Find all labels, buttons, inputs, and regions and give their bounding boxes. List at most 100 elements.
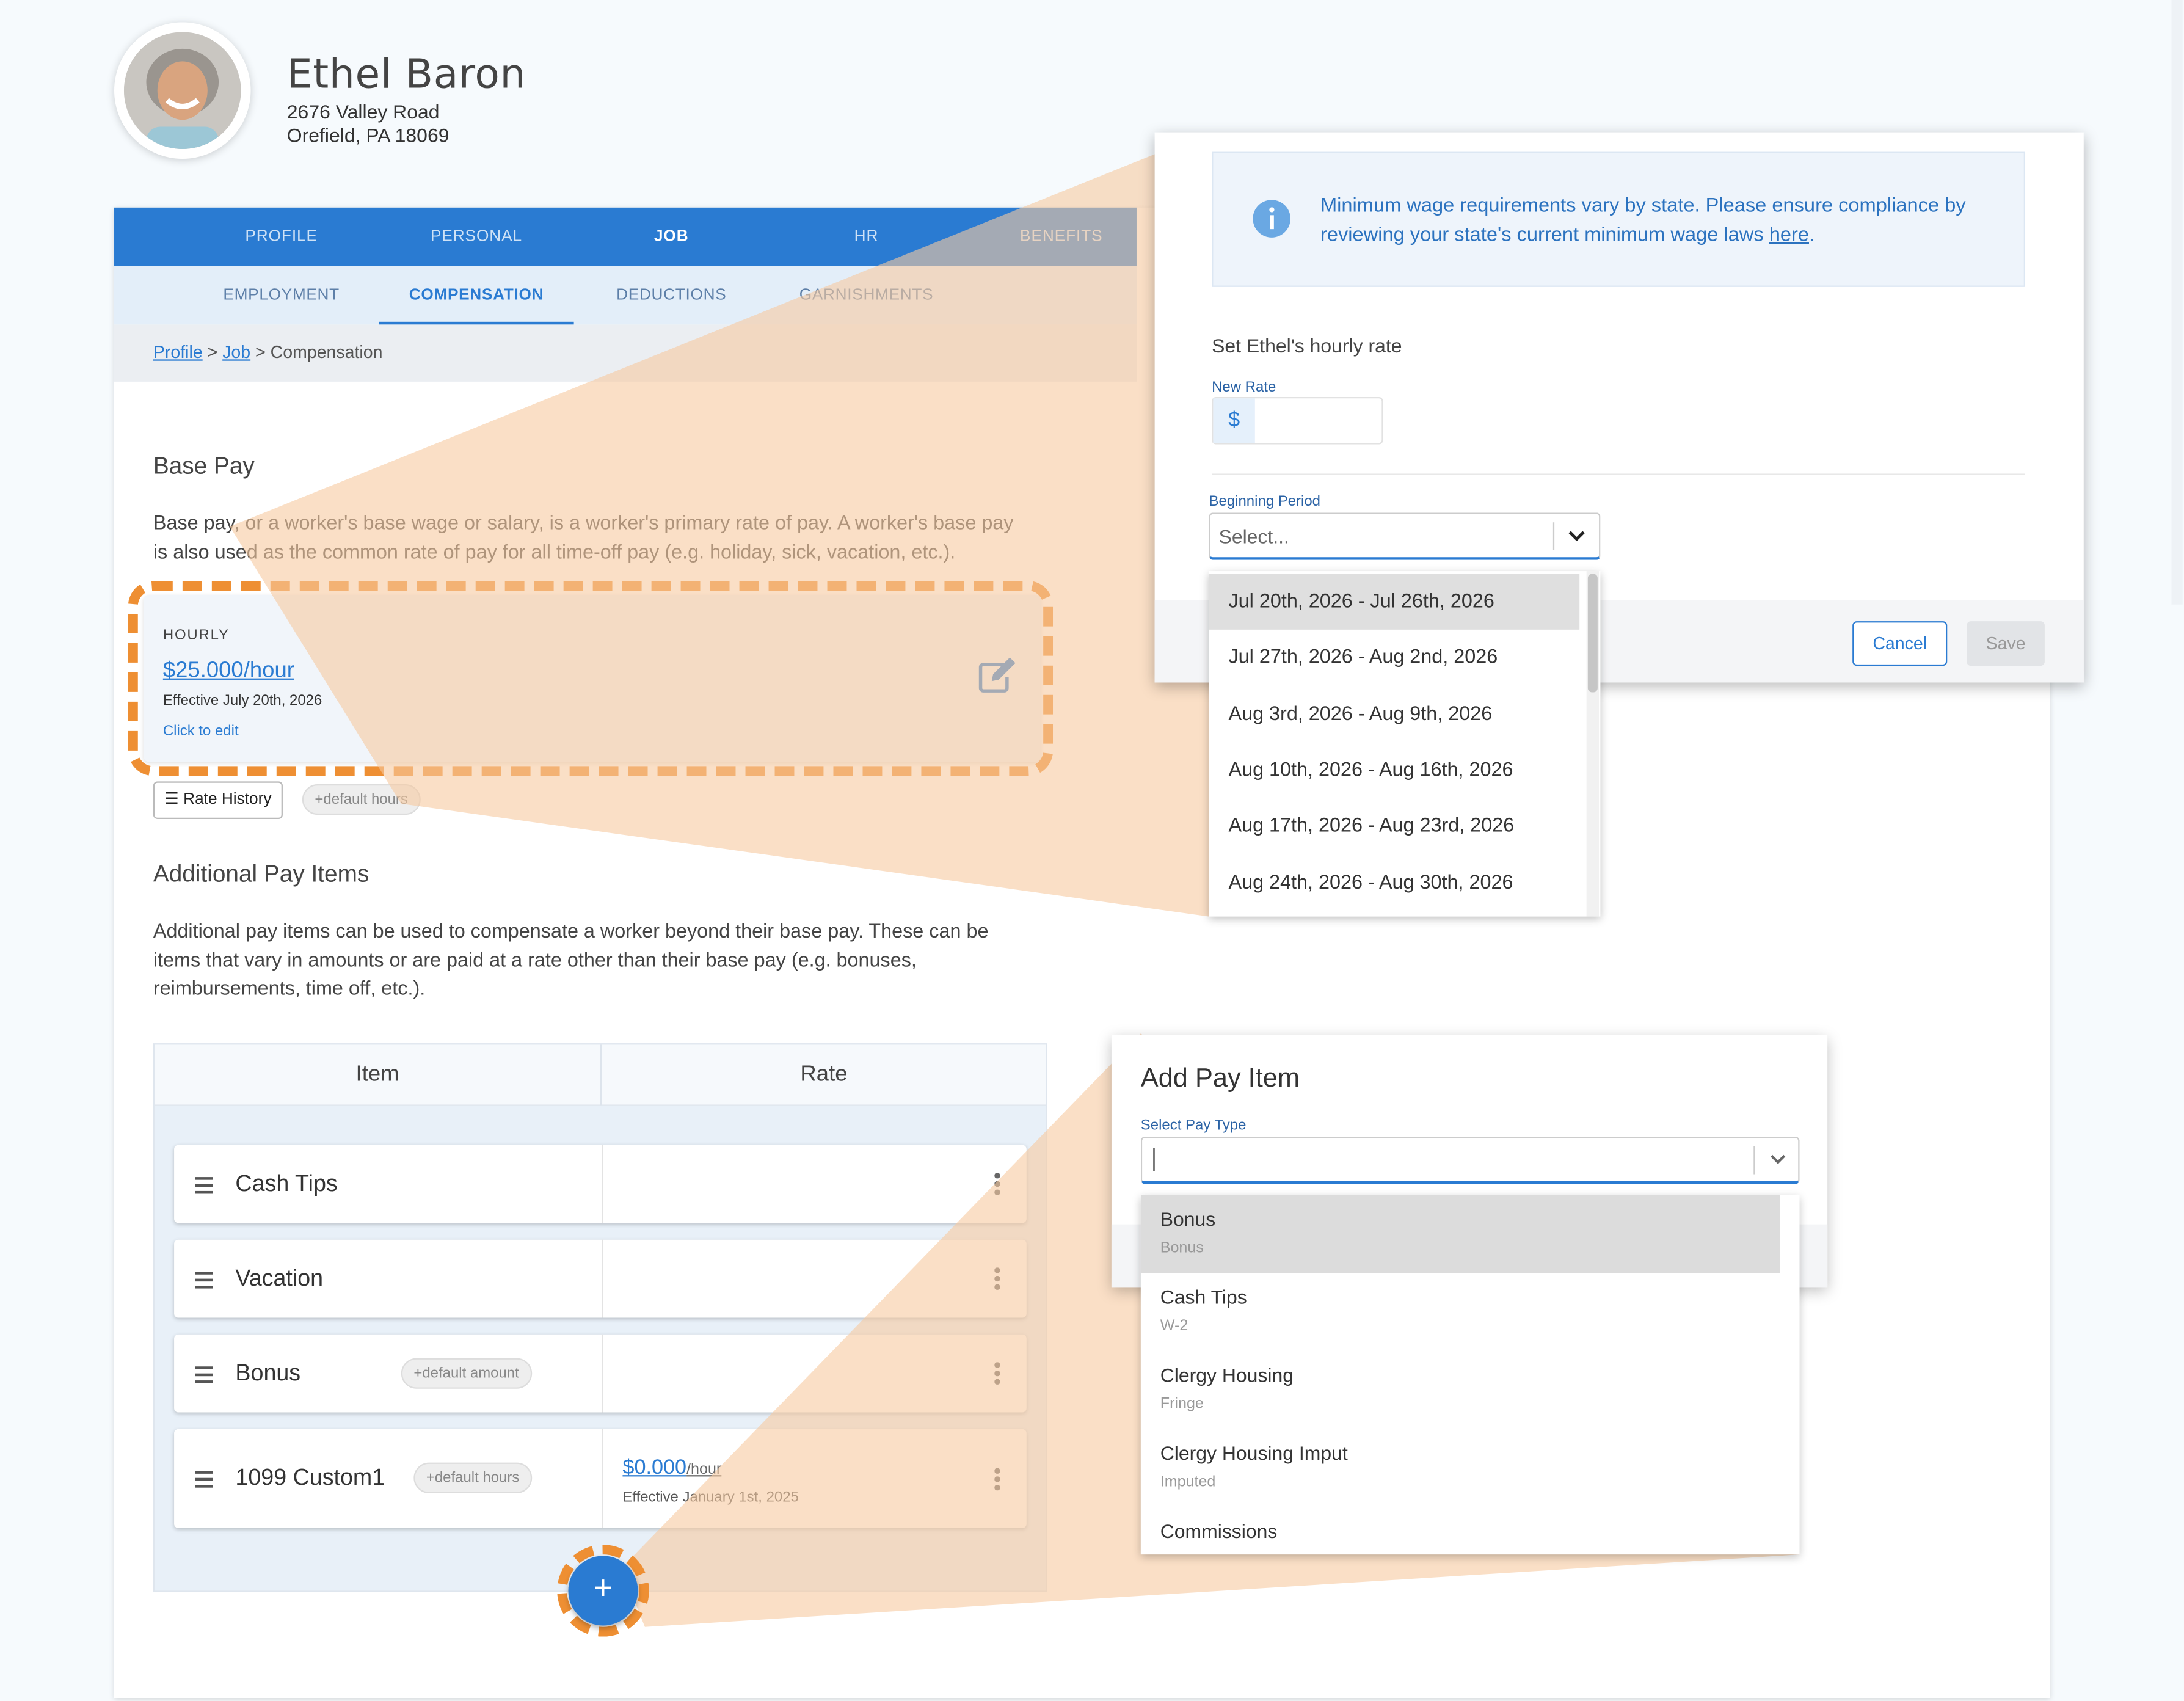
divider — [1212, 473, 2025, 475]
period-option[interactable]: Aug 10th, 2026 - Aug 16th, 2026 — [1209, 743, 1580, 798]
more-options-icon[interactable] — [994, 1362, 1000, 1387]
row-label: Vacation — [235, 1266, 324, 1292]
default-hours-chip[interactable]: +default hours — [302, 784, 421, 815]
employee-address-line2: Orefield, PA 18069 — [286, 123, 450, 147]
option-subtitle: Imputed — [1160, 1473, 1216, 1491]
add-pay-item-button[interactable]: + — [568, 1556, 638, 1626]
drag-handle-icon[interactable] — [195, 1177, 213, 1198]
drag-handle-icon[interactable] — [195, 1366, 213, 1387]
cancel-button[interactable]: Cancel — [1852, 621, 1948, 666]
plus-icon: + — [426, 1470, 435, 1487]
more-options-icon[interactable] — [994, 1267, 1000, 1292]
beginning-period-select[interactable]: Select... — [1209, 512, 1601, 560]
alert-text: Minimum wage requirements vary by state.… — [1320, 192, 2003, 251]
beginning-period-label: Beginning Period — [1209, 493, 1320, 510]
pay-type-option[interactable]: Clergy Housing Fringe — [1141, 1351, 1780, 1429]
rate-history-button[interactable]: ☰ Rate History — [153, 781, 283, 819]
subtab-employment[interactable]: EMPLOYMENT — [184, 266, 379, 325]
pay-type-option[interactable]: Clergy Housing Imput Imputed — [1141, 1429, 1780, 1507]
new-rate-input[interactable]: $ — [1212, 396, 1383, 445]
dropdown-scrollbar[interactable] — [1586, 571, 1600, 917]
pay-type-option[interactable]: Bonus Bonus — [1140, 1195, 1780, 1273]
rate-heading: Set Ethel's hourly rate — [1212, 334, 1402, 357]
avatar — [123, 32, 241, 150]
alert-period: . — [1809, 224, 1815, 247]
pay-type-label: Select Pay Type — [1140, 1117, 1247, 1134]
pay-type-option[interactable]: Cash Tips W-2 — [1141, 1273, 1780, 1351]
subtab-compensation[interactable]: COMPENSATION — [379, 266, 574, 325]
tab-benefits[interactable]: BENEFITS — [964, 208, 1159, 266]
option-subtitle: W-2 — [1160, 1317, 1188, 1335]
period-option[interactable]: Jul 20th, 2026 - Jul 26th, 2026 — [1209, 574, 1580, 630]
row-rate[interactable]: $0.000/hour — [622, 1455, 721, 1481]
scrollbar-thumb[interactable] — [1587, 574, 1598, 693]
text-cursor — [1153, 1148, 1155, 1171]
new-rate-label: New Rate — [1212, 379, 1276, 396]
period-option[interactable]: Jul 27th, 2026 - Aug 2nd, 2026 — [1209, 630, 1580, 685]
alert-here-link[interactable]: here — [1769, 224, 1809, 246]
table-row[interactable]: Cash Tips — [174, 1145, 1027, 1223]
info-icon — [1252, 199, 1291, 245]
pay-type-option[interactable]: Commissions — [1141, 1507, 1780, 1555]
row-divider — [602, 1239, 603, 1318]
table-row[interactable]: Vacation — [174, 1239, 1027, 1318]
drag-handle-icon[interactable] — [195, 1471, 213, 1492]
page-scrollbar[interactable] — [2171, 0, 2183, 605]
table-header: Item Rate — [155, 1044, 1046, 1106]
pay-type-dropdown: Bonus Bonus Cash Tips W-2 Clergy Housing Fr… — [1140, 1195, 1800, 1555]
drag-handle-icon[interactable] — [195, 1272, 213, 1292]
add-pay-item-title: Add Pay Item — [1140, 1064, 1300, 1094]
default-hours-label: default hours — [323, 791, 408, 808]
pay-items-table: Item Rate Cash Tips Vacation Bonus +defa… — [153, 1043, 1048, 1592]
employee-address-line1: 2676 Valley Road — [286, 100, 440, 123]
more-options-icon[interactable] — [994, 1173, 1000, 1198]
rate-card-highlight — [128, 581, 1054, 776]
select-placeholder: Select... — [1218, 525, 1289, 548]
chip-label: default amount — [422, 1364, 519, 1382]
tab-hr[interactable]: HR — [769, 208, 964, 266]
default-hours-chip[interactable]: +default hours — [413, 1462, 532, 1493]
subtab-garnishments[interactable]: GARNISHMENTS — [769, 266, 964, 325]
currency-prefix: $ — [1213, 398, 1255, 443]
row-divider — [602, 1145, 603, 1223]
table-row[interactable]: Bonus +default amount — [174, 1334, 1027, 1413]
row-label: Cash Tips — [235, 1171, 338, 1197]
option-title: Clergy Housing — [1160, 1363, 1294, 1386]
select-separator — [1753, 1146, 1755, 1175]
tab-profile[interactable]: PROFILE — [184, 208, 379, 266]
option-title: Commissions — [1160, 1520, 1278, 1542]
tab-bar: PROFILE PERSONAL JOB HR BENEFITS — [114, 207, 1137, 266]
tab-personal[interactable]: PERSONAL — [379, 208, 573, 266]
col-rate: Rate — [800, 1063, 848, 1087]
alert-message: Minimum wage requirements vary by state.… — [1320, 195, 1966, 247]
additional-pay-title: Additional Pay Items — [153, 861, 369, 887]
chevron-down-icon[interactable] — [1769, 1151, 1787, 1176]
breadcrumb-current: Compensation — [270, 343, 383, 362]
more-options-icon[interactable] — [994, 1468, 1000, 1493]
default-amount-chip[interactable]: +default amount — [401, 1358, 532, 1389]
option-subtitle: Bonus — [1160, 1239, 1204, 1257]
row-rate-unit[interactable]: /hour — [686, 1461, 721, 1477]
period-option[interactable]: Aug 24th, 2026 - Aug 30th, 2026 — [1209, 855, 1580, 911]
row-rate-value[interactable]: $0.000 — [622, 1455, 686, 1479]
breadcrumb: Profile > Job > Compensation — [114, 324, 1137, 382]
chip-label: default hours — [434, 1470, 520, 1487]
plus-icon: + — [413, 1364, 423, 1382]
breadcrumb-profile[interactable]: Profile — [153, 343, 203, 362]
tab-job[interactable]: JOB — [574, 208, 769, 266]
subtab-deductions[interactable]: DEDUCTIONS — [574, 266, 769, 325]
select-separator — [1552, 522, 1555, 550]
period-option[interactable]: Aug 17th, 2026 - Aug 23rd, 2026 — [1209, 798, 1580, 854]
period-dropdown: Jul 20th, 2026 - Jul 26th, 2026 Jul 27th… — [1209, 571, 1601, 917]
period-option[interactable]: Aug 3rd, 2026 - Aug 9th, 2026 — [1209, 687, 1580, 742]
save-button[interactable]: Save — [1967, 621, 2045, 666]
rate-history-label: Rate History — [183, 791, 272, 808]
base-pay-title: Base Pay — [153, 453, 255, 479]
table-row[interactable]: 1099 Custom1 +default hours $0.000/hour … — [174, 1429, 1027, 1528]
breadcrumb-job[interactable]: Job — [222, 343, 250, 362]
chevron-down-icon[interactable] — [1567, 526, 1587, 553]
employee-name: Ethel Baron — [286, 50, 526, 98]
pay-type-select[interactable] — [1140, 1136, 1800, 1184]
min-wage-alert: Minimum wage requirements vary by state.… — [1212, 151, 2025, 287]
option-title: Clergy Housing Imput — [1160, 1441, 1348, 1464]
